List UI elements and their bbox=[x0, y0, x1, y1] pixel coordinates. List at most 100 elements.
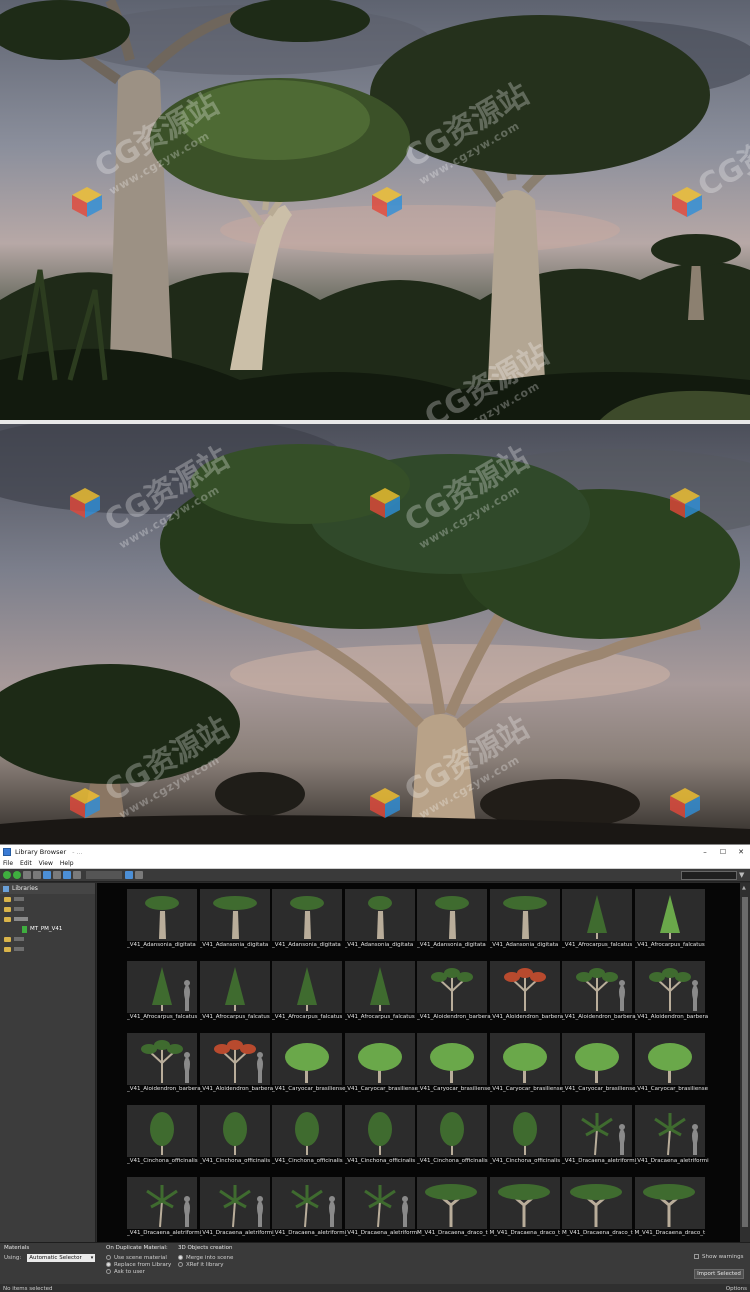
dup-option-label: Replace from Library bbox=[114, 1261, 172, 1268]
back-icon[interactable] bbox=[3, 871, 11, 879]
radio-replace-from-library[interactable] bbox=[106, 1262, 111, 1267]
grid-scrollbar[interactable]: ▲ ▼ bbox=[740, 883, 750, 1251]
asset-preview bbox=[562, 961, 632, 1013]
asset-thumbnail[interactable]: _V41_Adansonia_digitata bbox=[199, 889, 270, 951]
close-button[interactable]: ✕ bbox=[732, 848, 750, 856]
tree-icon bbox=[497, 1184, 550, 1227]
radio-ask-user[interactable] bbox=[106, 1269, 111, 1274]
library-icon[interactable] bbox=[63, 871, 71, 879]
up-icon[interactable] bbox=[23, 871, 31, 879]
asset-label: _V41_Aloidendron_barbera bbox=[489, 1014, 564, 1020]
minimize-button[interactable]: – bbox=[696, 848, 714, 856]
asset-thumbnail[interactable]: _V41_Afrocarpus_falcatus bbox=[272, 961, 342, 1023]
asset-thumbnail[interactable]: M_V41_Dracaena_draco_t bbox=[417, 1177, 488, 1239]
search-icon[interactable] bbox=[125, 871, 133, 879]
dup-option-row[interactable]: Ask to user bbox=[106, 1268, 171, 1275]
show-warnings-row[interactable]: Show warnings bbox=[694, 1253, 743, 1260]
asset-thumbnail[interactable]: _V41_Cinchona_officinalis bbox=[127, 1105, 198, 1167]
menu-view[interactable]: View bbox=[39, 860, 53, 867]
folder-label-blurred bbox=[14, 917, 28, 921]
asset-thumbnail[interactable]: _V41_Adansonia_digitata bbox=[272, 889, 342, 951]
creation-option-label: Merge into scene bbox=[186, 1254, 234, 1261]
asset-thumbnail[interactable]: _V41_Afrocarpus_falcatus bbox=[199, 961, 270, 1023]
asset-thumbnail[interactable]: _V41_Adansonia_digitata bbox=[417, 889, 487, 951]
menu-file[interactable]: File bbox=[3, 860, 13, 867]
radio-xref[interactable] bbox=[178, 1262, 183, 1267]
radio-merge-into-scene[interactable] bbox=[178, 1255, 183, 1260]
forward-icon[interactable] bbox=[13, 871, 21, 879]
refresh-icon[interactable] bbox=[43, 871, 51, 879]
tree-folder[interactable] bbox=[0, 944, 95, 954]
asset-thumbnail[interactable]: _V41_Afrocarpus_falcatus bbox=[127, 961, 197, 1023]
asset-thumbnail[interactable]: _V41_Caryocar_brasiliense bbox=[344, 1033, 418, 1095]
asset-thumbnail[interactable]: _V41_Adansonia_digitata bbox=[489, 889, 560, 951]
tree-folder[interactable] bbox=[0, 904, 95, 914]
asset-thumbnail[interactable]: _V41_Afrocarpus_falcatus bbox=[634, 889, 705, 951]
asset-label: _V41_Dracaena_aletriformi bbox=[199, 1230, 274, 1236]
tree-icon bbox=[213, 1040, 263, 1083]
asset-thumbnail[interactable]: _V41_Caryocar_brasiliense bbox=[562, 1033, 635, 1095]
menu-edit[interactable]: Edit bbox=[20, 860, 32, 867]
tree-item-selected-library[interactable]: MT_PM_V41 bbox=[0, 924, 95, 934]
creation-option-row[interactable]: Merge into scene bbox=[178, 1254, 233, 1261]
asset-thumbnail[interactable]: _V41_Caryocar_brasiliense bbox=[417, 1033, 490, 1095]
asset-thumbnail[interactable]: _V41_Afrocarpus_falcatus bbox=[562, 889, 632, 951]
asset-thumbnail[interactable]: _V41_Dracaena_aletriformi bbox=[634, 1105, 709, 1167]
asset-label: _V41_Dracaena_aletriformi bbox=[562, 1158, 636, 1164]
asset-thumbnail[interactable]: _V41_Aloidendron_barbera bbox=[562, 961, 636, 1023]
filter-toggle-icon[interactable] bbox=[135, 871, 143, 879]
asset-thumbnail[interactable]: _V41_Aloidendron_barbera bbox=[199, 1033, 273, 1095]
menu-help[interactable]: Help bbox=[60, 860, 74, 867]
asset-thumbnail[interactable]: _V41_Afrocarpus_falcatus bbox=[344, 961, 415, 1023]
zoom-icon[interactable] bbox=[73, 871, 81, 879]
asset-thumbnail[interactable]: _V41_Aloidendron_barbera bbox=[634, 961, 708, 1023]
creation-option-label: XRef it library bbox=[186, 1261, 224, 1268]
tree-folder[interactable] bbox=[0, 934, 95, 944]
asset-thumbnail[interactable]: _V41_Cinchona_officinalis bbox=[199, 1105, 270, 1167]
scrollbar-thumb[interactable] bbox=[742, 897, 748, 1227]
asset-thumbnail[interactable]: M_V41_Dracaena_draco_t bbox=[562, 1177, 633, 1239]
menu-bar: File Edit View Help bbox=[0, 858, 750, 869]
asset-label: _V41_Adansonia_digitata bbox=[199, 942, 269, 948]
asset-label: _V41_Adansonia_digitata bbox=[489, 942, 559, 948]
asset-thumbnail[interactable]: _V41_Adansonia_digitata bbox=[127, 889, 197, 951]
tree-folder[interactable] bbox=[0, 894, 95, 904]
dup-option-row[interactable]: Use scene material bbox=[106, 1254, 171, 1261]
maximize-button[interactable]: ☐ bbox=[714, 848, 732, 856]
asset-thumbnail[interactable]: _V41_Adansonia_digitata bbox=[344, 889, 415, 951]
asset-thumbnail[interactable]: M_V41_Dracaena_draco_t bbox=[634, 1177, 705, 1239]
asset-thumbnail[interactable]: _V41_Aloidendron_barbera bbox=[127, 1033, 201, 1095]
search-input[interactable] bbox=[681, 870, 737, 880]
show-warnings-checkbox[interactable] bbox=[694, 1254, 699, 1259]
asset-thumbnail[interactable]: _V41_Dracaena_aletriformi bbox=[562, 1105, 636, 1167]
filter-icon[interactable]: ▼ bbox=[739, 871, 747, 879]
asset-thumbnail[interactable]: _V41_Dracaena_aletriformi bbox=[272, 1177, 346, 1239]
creation-option-row[interactable]: XRef it library bbox=[178, 1261, 233, 1268]
thumbnail-size-field[interactable] bbox=[86, 871, 122, 879]
tree-icon bbox=[647, 1043, 692, 1083]
dup-option-row[interactable]: Replace from Library bbox=[106, 1261, 171, 1268]
asset-thumbnail[interactable]: _V41_Caryocar_brasiliense bbox=[272, 1033, 345, 1095]
view-icon[interactable] bbox=[33, 871, 41, 879]
asset-thumbnail[interactable]: _V41_Aloidendron_barbera bbox=[489, 961, 563, 1023]
objects-creation-section: 3D Objects creation Merge into scene XRe… bbox=[178, 1245, 233, 1268]
options-link[interactable]: Options bbox=[726, 1286, 747, 1292]
asset-thumbnail[interactable]: M_V41_Dracaena_draco_t bbox=[489, 1177, 560, 1239]
scroll-up-icon[interactable]: ▲ bbox=[742, 885, 748, 891]
asset-thumbnail[interactable]: _V41_Aloidendron_barbera bbox=[417, 961, 491, 1023]
asset-thumbnail[interactable]: _V41_Caryocar_brasiliense bbox=[634, 1033, 708, 1095]
asset-thumbnail[interactable]: _V41_Dracaena_aletriformi bbox=[199, 1177, 274, 1239]
asset-thumbnail[interactable]: _V41_Cinchona_officinalis bbox=[344, 1105, 415, 1167]
asset-thumbnail[interactable]: _V41_Dracaena_aletriformi bbox=[127, 1177, 201, 1239]
asset-thumbnail[interactable]: _V41_Cinchona_officinalis bbox=[489, 1105, 560, 1167]
asset-thumbnail[interactable]: _V41_Caryocar_brasiliense bbox=[489, 1033, 563, 1095]
cube-logo-icon bbox=[72, 187, 102, 217]
import-selected-button[interactable]: Import Selected bbox=[694, 1269, 744, 1279]
material-selector-dropdown[interactable]: Automatic Selector bbox=[27, 1253, 96, 1262]
asset-thumbnail[interactable]: _V41_Cinchona_officinalis bbox=[417, 1105, 488, 1167]
radio-use-scene[interactable] bbox=[106, 1255, 111, 1260]
asset-thumbnail[interactable]: _V41_Dracaena_aletriformi bbox=[344, 1177, 419, 1239]
asset-thumbnail[interactable]: _V41_Cinchona_officinalis bbox=[272, 1105, 343, 1167]
settings-icon[interactable] bbox=[53, 871, 61, 879]
tree-folder[interactable] bbox=[0, 914, 95, 924]
